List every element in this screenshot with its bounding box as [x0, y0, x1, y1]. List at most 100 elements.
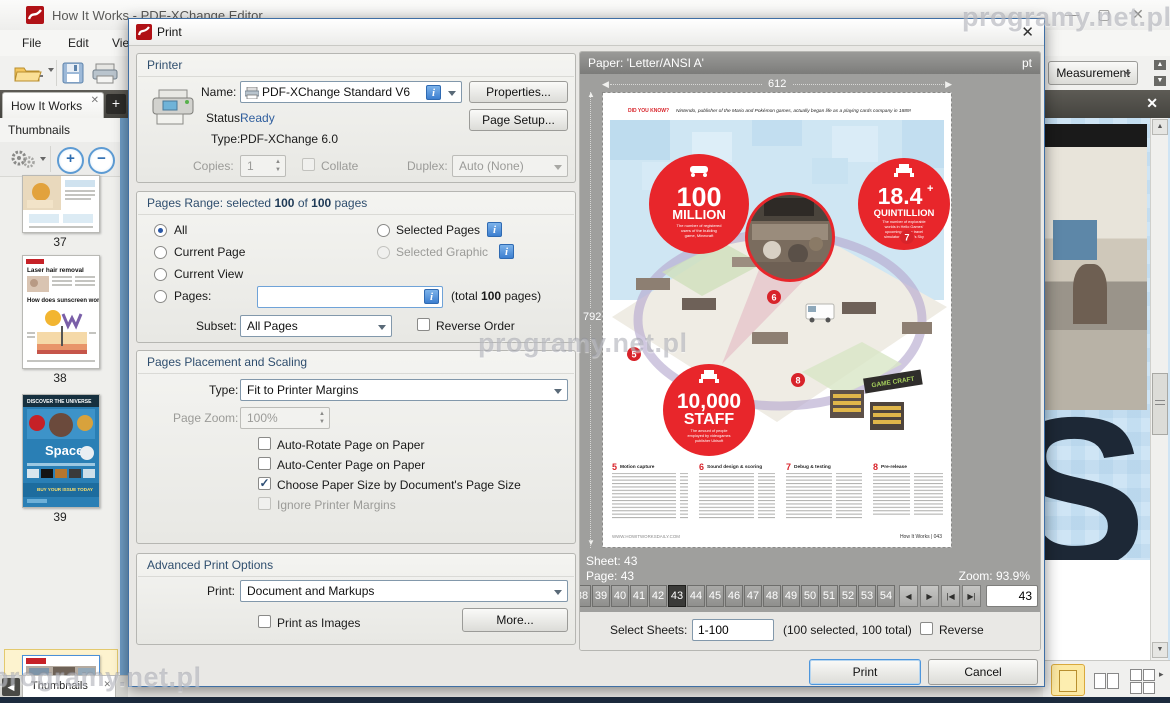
current-sheet-input[interactable]: [986, 585, 1038, 607]
selected-pages-radio[interactable]: [377, 224, 390, 237]
copies-stepper[interactable]: 1 ▲▼: [240, 155, 286, 177]
scroll-down-icon[interactable]: ▼: [1152, 642, 1168, 658]
page-setup-button[interactable]: Page Setup...: [469, 109, 568, 131]
page-zoom-stepper[interactable]: 100% ▲▼: [240, 407, 330, 429]
tab-label: How It Works: [11, 99, 82, 113]
collate-checkbox[interactable]: [302, 158, 315, 171]
page-zoom-up-down-icon[interactable]: ▲▼: [319, 410, 325, 426]
printer-name-combo[interactable]: PDF-XChange Standard V6 i: [240, 81, 462, 103]
gear-dropdown-arrow-icon[interactable]: [40, 157, 46, 161]
strip-page-46[interactable]: 46: [725, 585, 743, 607]
strip-page-44[interactable]: 44: [687, 585, 705, 607]
toolbar-overflow-up-icon[interactable]: ▲: [1154, 60, 1166, 70]
strip-page-51[interactable]: 51: [820, 585, 838, 607]
strip-page-53[interactable]: 53: [858, 585, 876, 607]
strip-page-41[interactable]: 41: [630, 585, 648, 607]
duplex-combo[interactable]: Auto (None): [452, 155, 568, 177]
ignore-margins-checkbox[interactable]: [258, 497, 271, 510]
strip-page-48[interactable]: 48: [763, 585, 781, 607]
print-as-images-checkbox[interactable]: [258, 615, 271, 628]
printer-name-dropdown-arrow-icon[interactable]: [448, 91, 456, 96]
close-icon[interactable]: ✕: [1124, 6, 1152, 23]
grid-view-button[interactable]: [1125, 664, 1159, 696]
collapse-left-icon[interactable]: ◀: [2, 678, 20, 696]
document-close-icon[interactable]: ✕: [1146, 95, 1158, 112]
print-icon[interactable]: [92, 62, 118, 84]
selected-pages-info-icon[interactable]: i: [487, 222, 502, 237]
current-page-radio[interactable]: [154, 246, 167, 259]
thumbnails-panel-header: Thumbnails: [0, 118, 120, 143]
thumbnail-38[interactable]: Laser hair removal How does sunscreen wo…: [22, 255, 100, 369]
strip-page-52[interactable]: 52: [839, 585, 857, 607]
menu-file[interactable]: File: [22, 36, 41, 50]
layout-more-icon[interactable]: ▸: [1159, 669, 1164, 680]
placement-type-combo[interactable]: Fit to Printer Margins: [240, 379, 568, 401]
nav-next-icon[interactable]: ▶: [920, 585, 939, 607]
advanced-header: Advanced Print Options: [147, 558, 273, 572]
selected-graphic-radio[interactable]: [377, 246, 390, 259]
properties-button[interactable]: Properties...: [469, 81, 568, 103]
reverse-checkbox[interactable]: [920, 622, 933, 635]
thumbnails-bottom-tab-close-icon[interactable]: ✕: [103, 679, 111, 690]
more-button[interactable]: More...: [462, 608, 568, 632]
nav-first-icon[interactable]: |◀: [941, 585, 960, 607]
thumbnails-bottom-tab-label: Thumbnails: [31, 680, 88, 692]
selected-graphic-info-icon[interactable]: i: [499, 244, 514, 259]
strip-page-42[interactable]: 42: [649, 585, 667, 607]
save-icon[interactable]: [62, 62, 84, 84]
scrollbar-thumb[interactable]: [1152, 373, 1168, 435]
scroll-up-icon[interactable]: ▲: [1152, 119, 1168, 135]
strip-page-39[interactable]: 39: [592, 585, 610, 607]
folder-dropdown-arrow-icon[interactable]: [48, 68, 54, 72]
print-button[interactable]: Print: [809, 659, 921, 685]
select-sheets-input[interactable]: [692, 619, 774, 641]
minimize-icon[interactable]: —: [1058, 6, 1086, 22]
strip-page-49[interactable]: 49: [782, 585, 800, 607]
two-page-view-button[interactable]: [1089, 664, 1123, 696]
new-tab-button[interactable]: +: [106, 94, 126, 114]
printer-info-icon[interactable]: i: [426, 85, 441, 100]
thumbnail-39[interactable]: DISCOVER THE UNIVERSE Space BUY YOUR ISS…: [22, 394, 100, 508]
maximize-icon[interactable]: ▢: [1090, 6, 1118, 23]
copies-up-down-icon[interactable]: ▲▼: [275, 158, 281, 174]
auto-rotate-checkbox[interactable]: [258, 437, 271, 450]
advanced-print-combo[interactable]: Document and Markups: [240, 580, 568, 602]
toolbar-overflow-down-icon[interactable]: ▼: [1154, 76, 1166, 86]
current-view-radio[interactable]: [154, 268, 167, 281]
pages-input[interactable]: [257, 286, 443, 308]
zoom-out-icon[interactable]: −: [88, 147, 115, 174]
nav-last-icon[interactable]: ▶|: [962, 585, 981, 607]
gear-icon[interactable]: [10, 149, 36, 169]
menu-edit[interactable]: Edit: [68, 36, 89, 50]
tab-close-icon[interactable]: ✕: [91, 95, 99, 106]
strip-page-43-selected[interactable]: 43: [668, 585, 686, 607]
print-dialog-close-icon[interactable]: ✕: [1021, 23, 1034, 41]
reverse-order-checkbox[interactable]: [417, 318, 430, 331]
cancel-button[interactable]: Cancel: [928, 659, 1038, 685]
strip-page-50[interactable]: 50: [801, 585, 819, 607]
choose-paper-size-label: Choose Paper Size by Document's Page Siz…: [277, 478, 521, 492]
single-page-view-button[interactable]: [1051, 664, 1085, 696]
nav-prev-icon[interactable]: ◀: [899, 585, 918, 607]
strip-page-54[interactable]: 54: [877, 585, 895, 607]
thumbnails-bottom-tab[interactable]: Thumbnails ✕: [22, 676, 116, 698]
auto-center-checkbox[interactable]: [258, 457, 271, 470]
pages-radio[interactable]: [154, 290, 167, 303]
vertical-scrollbar[interactable]: ▲ ▼: [1150, 118, 1168, 660]
pages-info-icon[interactable]: i: [424, 289, 439, 304]
strip-page-47[interactable]: 47: [744, 585, 762, 607]
measurement-dropdown-arrow-icon: [1125, 72, 1131, 76]
strip-page-38[interactable]: 38: [580, 585, 591, 607]
measurement-button[interactable]: Measurement: [1048, 61, 1138, 85]
auto-rotate-label: Auto-Rotate Page on Paper: [277, 438, 424, 452]
all-radio[interactable]: [154, 224, 167, 237]
thumbnail-37[interactable]: [22, 175, 100, 233]
strip-page-40[interactable]: 40: [611, 585, 629, 607]
choose-paper-size-checkbox[interactable]: ✓: [258, 477, 271, 490]
strip-page-45[interactable]: 45: [706, 585, 724, 607]
subset-combo[interactable]: All Pages: [240, 315, 392, 337]
folder-open-icon[interactable]: [14, 63, 44, 83]
zoom-in-icon[interactable]: +: [57, 147, 84, 174]
tab-how-it-works[interactable]: How It Works ✕: [2, 92, 104, 119]
svg-text:+: +: [927, 183, 933, 195]
